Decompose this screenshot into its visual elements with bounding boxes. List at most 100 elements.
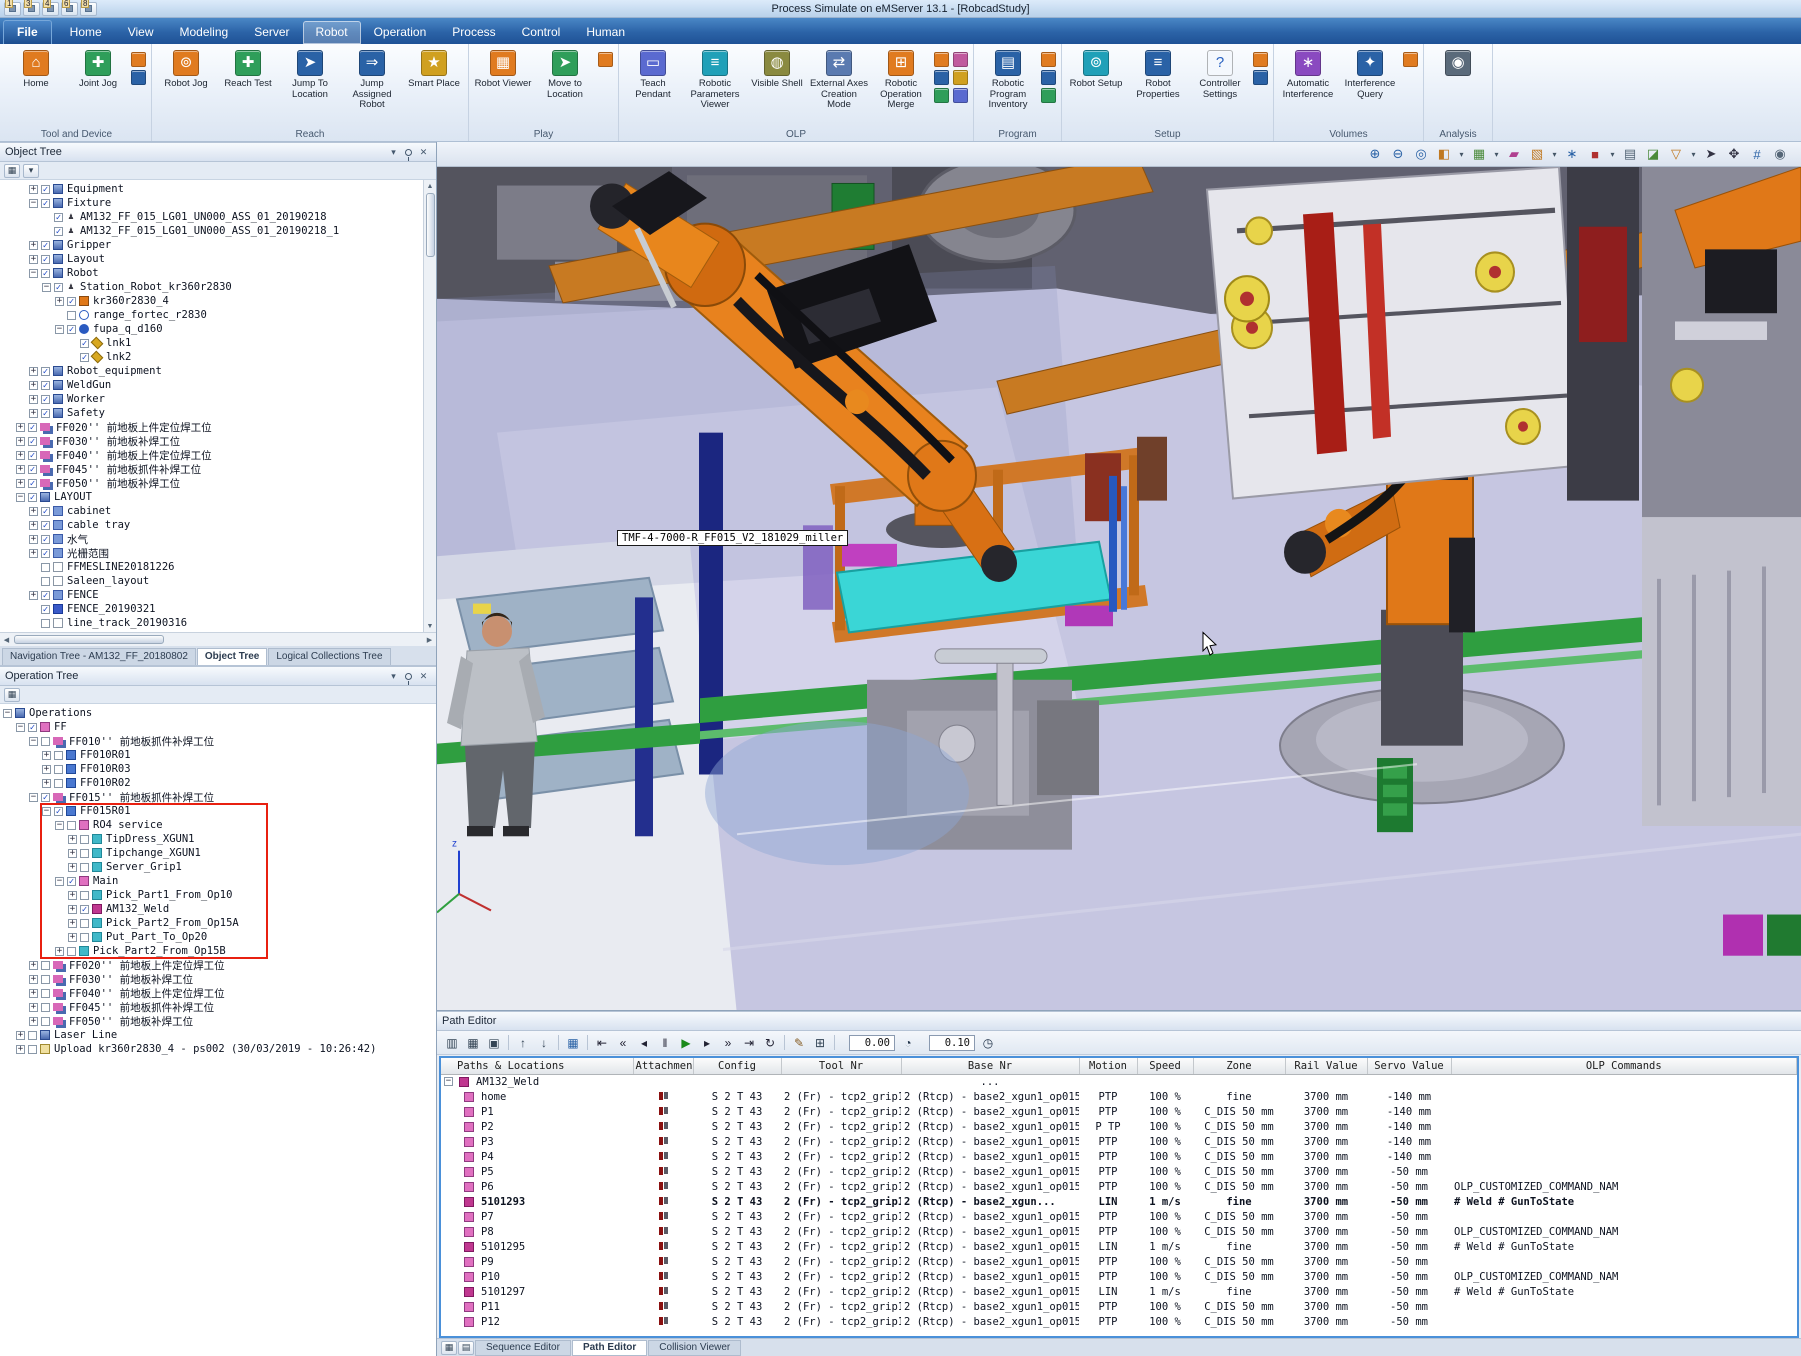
jump-end-icon[interactable]: ⇥ — [739, 1033, 759, 1052]
tree-checkbox[interactable] — [28, 1031, 37, 1040]
tree-checkbox[interactable] — [41, 619, 50, 628]
location-name-cell[interactable]: P6 — [441, 1179, 633, 1194]
config-cell[interactable] — [693, 1074, 781, 1089]
tool-cell[interactable] — [781, 1074, 901, 1089]
dropdown-icon[interactable]: ▾ — [1607, 144, 1618, 164]
tree-checkbox[interactable]: ✓ — [28, 437, 37, 446]
olp-commands-icon[interactable]: ⊞ — [810, 1033, 830, 1052]
motion-cell[interactable]: PTP — [1079, 1179, 1137, 1194]
tree-checkbox[interactable]: ✓ — [54, 227, 63, 236]
config-cell[interactable]: S 2 T 43 — [693, 1239, 781, 1254]
tree-item[interactable]: +✓FF040'' 前地板上件定位焊工位 — [0, 448, 423, 462]
quick-access-button[interactable]: 8 — [80, 2, 97, 16]
collapse-toggle[interactable]: − — [42, 807, 51, 816]
base-cell[interactable]: 2 (Rtcp) - base2_xgun1_op015 — [901, 1119, 1079, 1134]
attachment-cell[interactable] — [633, 1314, 693, 1329]
config-cell[interactable]: S 2 T 43 — [693, 1314, 781, 1329]
tree-item[interactable]: +FF010R02 — [0, 776, 436, 790]
measure-tool-icon[interactable]: # — [1746, 144, 1768, 164]
column-header-tool-nr[interactable]: Tool Nr — [781, 1058, 901, 1074]
expand-toggle[interactable]: + — [42, 765, 51, 774]
tree-checkbox[interactable] — [80, 933, 89, 942]
tab-process[interactable]: Process — [439, 21, 508, 44]
tree-checkbox[interactable]: ✓ — [54, 807, 63, 816]
tree-checkbox[interactable]: ✓ — [41, 381, 50, 390]
zone-cell[interactable]: C_DIS 50 mm — [1193, 1224, 1285, 1239]
column-header-base-nr[interactable]: Base Nr — [901, 1058, 1079, 1074]
tree-item[interactable]: +Server_Grip1 — [0, 860, 436, 874]
tree-checkbox[interactable] — [41, 563, 50, 572]
tree-filter-icon[interactable]: ▾ — [23, 164, 39, 178]
close-icon[interactable]: ✕ — [416, 145, 431, 160]
dropdown-icon[interactable]: ▾ — [1688, 144, 1699, 164]
time-current-value[interactable]: 0.00 — [849, 1035, 895, 1051]
tool-cell[interactable]: 2 (Fr) - tcp2_grip1 — [781, 1089, 901, 1104]
motion-cell[interactable]: PTP — [1079, 1209, 1137, 1224]
zoom-fit-icon[interactable]: ◎ — [1410, 144, 1432, 164]
step-forward-icon[interactable]: ▸ — [697, 1033, 717, 1052]
ribbon-button-robot-viewer[interactable]: ▦Robot Viewer — [472, 47, 534, 127]
fast-forward-icon[interactable]: » — [718, 1033, 738, 1052]
dropdown-icon[interactable]: ▾ — [1491, 144, 1502, 164]
scroll-thumb[interactable] — [14, 635, 164, 644]
editor-grid-icon[interactable]: ▤ — [458, 1341, 474, 1355]
speed-cell[interactable]: 1 m/s — [1137, 1284, 1193, 1299]
ribbon-small-icon[interactable] — [934, 88, 949, 103]
location-name-cell[interactable]: 5101295 — [441, 1239, 633, 1254]
collapse-toggle[interactable]: − — [444, 1077, 453, 1086]
tool-cell[interactable]: 2 (Fr) - tcp2_grip1 — [781, 1254, 901, 1269]
shading-mode-icon[interactable]: ▦ — [1468, 144, 1490, 164]
tool-cell[interactable]: 2 (Fr) - tcp2_grip1 — [781, 1164, 901, 1179]
olp-cell[interactable] — [1451, 1134, 1797, 1149]
tree-item[interactable]: +Tipchange_XGUN1 — [0, 846, 436, 860]
move-up-icon[interactable]: ↑ — [513, 1033, 533, 1052]
olp-cell[interactable] — [1451, 1299, 1797, 1314]
rail-cell[interactable]: 3700 mm — [1285, 1299, 1367, 1314]
tree-item[interactable]: range_fortec_r2830 — [0, 308, 423, 322]
expand-toggle[interactable]: + — [42, 779, 51, 788]
servo-cell[interactable]: -50 mm — [1367, 1179, 1451, 1194]
quick-access-button[interactable]: 6 — [61, 2, 78, 16]
olp-cell[interactable] — [1451, 1089, 1797, 1104]
location-row[interactable]: P1S 2 T 432 (Fr) - tcp2_grip12 (Rtcp) - … — [441, 1104, 1797, 1119]
tab-path-editor[interactable]: Path Editor — [572, 1340, 647, 1356]
expand-toggle[interactable]: + — [29, 255, 38, 264]
collapse-toggle[interactable]: − — [3, 709, 12, 718]
tree-checkbox[interactable]: ✓ — [80, 905, 89, 914]
speed-cell[interactable]: 100 % — [1137, 1164, 1193, 1179]
tree-item[interactable]: +✓Robot_equipment — [0, 364, 423, 378]
tree-item[interactable]: ✓lnk2 — [0, 350, 423, 364]
ribbon-button-smart-place[interactable]: ★Smart Place — [403, 47, 465, 127]
tree-item[interactable]: +✓cable tray — [0, 518, 423, 532]
olp-cell[interactable]: OLP_CUSTOMIZED_COMMAND_NAM — [1451, 1224, 1797, 1239]
speed-cell[interactable]: 100 % — [1137, 1254, 1193, 1269]
zoom-in-icon[interactable]: ⊕ — [1364, 144, 1386, 164]
base-cell[interactable]: 2 (Rtcp) - base2_xgun1_op015 — [901, 1314, 1079, 1329]
tab-home[interactable]: Home — [57, 21, 115, 44]
tab-navigation-tree-am132-ff-20180802[interactable]: Navigation Tree - AM132_FF_20180802 — [2, 648, 196, 665]
location-row[interactable]: P6S 2 T 432 (Fr) - tcp2_grip12 (Rtcp) - … — [441, 1179, 1797, 1194]
tree-checkbox[interactable]: ✓ — [80, 353, 89, 362]
config-cell[interactable]: S 2 T 43 — [693, 1209, 781, 1224]
location-name-cell[interactable]: P3 — [441, 1134, 633, 1149]
fast-backward-icon[interactable]: « — [613, 1033, 633, 1052]
speed-cell[interactable]: 100 % — [1137, 1089, 1193, 1104]
collapse-toggle[interactable]: − — [42, 283, 51, 292]
config-cell[interactable]: S 2 T 43 — [693, 1089, 781, 1104]
base-cell[interactable]: 2 (Rtcp) - base2_xgun1_op015 — [901, 1164, 1079, 1179]
motion-cell[interactable]: PTP — [1079, 1314, 1137, 1329]
base-cell[interactable]: 2 (Rtcp) - base2_xgun... — [901, 1194, 1079, 1209]
tree-item[interactable]: +Pick_Part2_From_Op15A — [0, 916, 436, 930]
rail-cell[interactable]: 3700 mm — [1285, 1254, 1367, 1269]
servo-cell[interactable]: -50 mm — [1367, 1299, 1451, 1314]
column-header-motion[interactable]: Motion — [1079, 1058, 1137, 1074]
tree-item[interactable]: −✓fupa_q_d160 — [0, 322, 423, 336]
tree-checkbox[interactable]: ✓ — [28, 723, 37, 732]
location-row[interactable]: P4S 2 T 432 (Fr) - tcp2_grip12 (Rtcp) - … — [441, 1149, 1797, 1164]
tree-checkbox[interactable] — [67, 947, 76, 956]
tree-checkbox[interactable]: ✓ — [41, 199, 50, 208]
tree-checkbox[interactable] — [67, 311, 76, 320]
rail-cell[interactable]: 3700 mm — [1285, 1134, 1367, 1149]
dropdown-icon[interactable]: ▾ — [1549, 144, 1560, 164]
loop-playback-icon[interactable]: ↻ — [760, 1033, 780, 1052]
